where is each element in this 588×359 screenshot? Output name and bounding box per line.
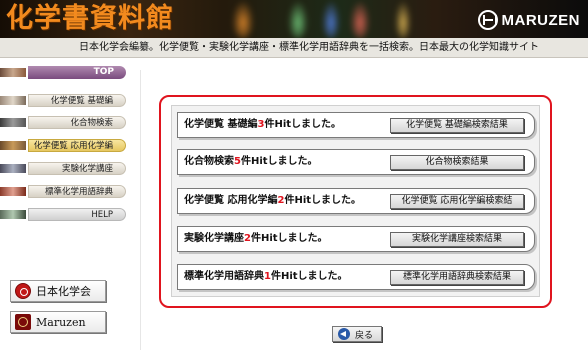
sidebar-item-compound-search[interactable]: 化合物検索 [0, 116, 128, 129]
result-summary: 化合物検索5件Hitしました。 [184, 156, 318, 167]
photo-thumbnail-icon [0, 118, 26, 127]
csj-link-label: 日本化学会 [36, 285, 91, 298]
flame-decoration [288, 0, 308, 38]
result-row-handbook-basic: 化学便覧 基礎編3件Hitしました。 化学便覧 基礎編検索結果 [177, 112, 535, 138]
flame-decoration [232, 0, 254, 38]
result-row-terminology-dictionary: 標準化学用語辞典1件Hitしました。 標準化学用語辞典検索結果 [177, 264, 535, 290]
csj-link-button[interactable]: 日本化学会 [10, 280, 106, 302]
sidebar-item-top[interactable]: TOP [0, 66, 128, 79]
flame-decoration [350, 0, 370, 38]
result-row-handbook-applied: 化学便覧 応用化学編2件Hitしました。 化学便覧 応用化学編検索結 [177, 188, 535, 214]
result-row-compound-search: 化合物検索5件Hitしました。 化合物検索結果 [177, 149, 535, 175]
photo-thumbnail-icon [0, 96, 26, 105]
back-arrow-icon [338, 328, 350, 340]
results-highlight-frame: 化学便覧 基礎編3件Hitしました。 化学便覧 基礎編検索結果 化合物検索5件H… [159, 95, 552, 308]
sidebar-item-label: 化合物検索 [28, 116, 126, 129]
back-button-label: 戻る [355, 330, 374, 341]
flame-decoration [395, 0, 411, 38]
site-tagline: 日本化学会編纂。化学便覧・実験化学講座・標準化学用語辞典を一括検索。日本最大の化… [0, 38, 588, 58]
maruzen-mark-icon [15, 314, 31, 330]
result-row-experimental-chemistry: 実験化学講座2件Hitしました。 実験化学講座検索結果 [177, 226, 535, 252]
result-summary: 化学便覧 基礎編3件Hitしました。 [184, 119, 342, 130]
experimental-chemistry-results-button[interactable]: 実験化学講座検索結果 [390, 232, 524, 247]
result-summary: 化学便覧 応用化学編2件Hitしました。 [184, 195, 362, 206]
flame-decoration [322, 0, 340, 38]
photo-thumbnail-icon [0, 68, 26, 77]
site-title: 化学書資料館 [6, 3, 174, 34]
terminology-dictionary-results-button[interactable]: 標準化学用語辞典検索結果 [390, 270, 524, 285]
column-divider [140, 70, 141, 350]
hit-count: 5 [234, 156, 241, 167]
handbook-basic-results-button[interactable]: 化学便覧 基礎編検索結果 [390, 118, 524, 133]
site-header: 化学書資料館 MARUZEN [0, 0, 588, 38]
publisher-name: MARUZEN [501, 11, 580, 29]
sidebar-item-help[interactable]: HELP [0, 208, 128, 221]
sidebar-item-handbook-basic[interactable]: 化学便覧 基礎編 [0, 94, 128, 107]
photo-thumbnail-icon [0, 164, 26, 173]
maruzen-link-label: Maruzen [36, 315, 86, 329]
sidebar-item-label: TOP [28, 66, 126, 79]
photo-thumbnail-icon [0, 210, 26, 219]
result-summary: 標準化学用語辞典1件Hitしました。 [184, 271, 348, 282]
publisher-logo[interactable]: MARUZEN [477, 9, 581, 31]
csj-seal-icon [15, 283, 31, 299]
photo-thumbnail-icon [0, 141, 26, 150]
sidebar-item-experimental-chemistry[interactable]: 実験化学講座 [0, 162, 128, 175]
results-panel: 化学便覧 基礎編3件Hitしました。 化学便覧 基礎編検索結果 化合物検索5件H… [171, 105, 540, 297]
sidebar-item-label: 化学便覧 応用化学編 [28, 139, 126, 152]
sidebar-item-handbook-applied[interactable]: 化学便覧 応用化学編 [0, 139, 128, 152]
handbook-applied-results-button[interactable]: 化学便覧 応用化学編検索結 [390, 194, 524, 209]
maruzen-link-button[interactable]: Maruzen [10, 311, 106, 333]
hit-count: 1 [264, 271, 271, 282]
compound-search-results-button[interactable]: 化合物検索結果 [390, 155, 524, 170]
sidebar-item-label: 実験化学講座 [28, 162, 126, 175]
hit-count: 2 [244, 233, 251, 244]
back-button[interactable]: 戻る [332, 326, 382, 342]
result-summary: 実験化学講座2件Hitしました。 [184, 233, 328, 244]
sidebar-item-label: 標準化学用語辞典 [28, 185, 126, 198]
maruzen-logo-icon [477, 10, 498, 30]
sidebar-item-terminology-dictionary[interactable]: 標準化学用語辞典 [0, 185, 128, 198]
sidebar-item-label: HELP [28, 208, 126, 221]
sidebar-item-label: 化学便覧 基礎編 [28, 94, 126, 107]
photo-thumbnail-icon [0, 187, 26, 196]
